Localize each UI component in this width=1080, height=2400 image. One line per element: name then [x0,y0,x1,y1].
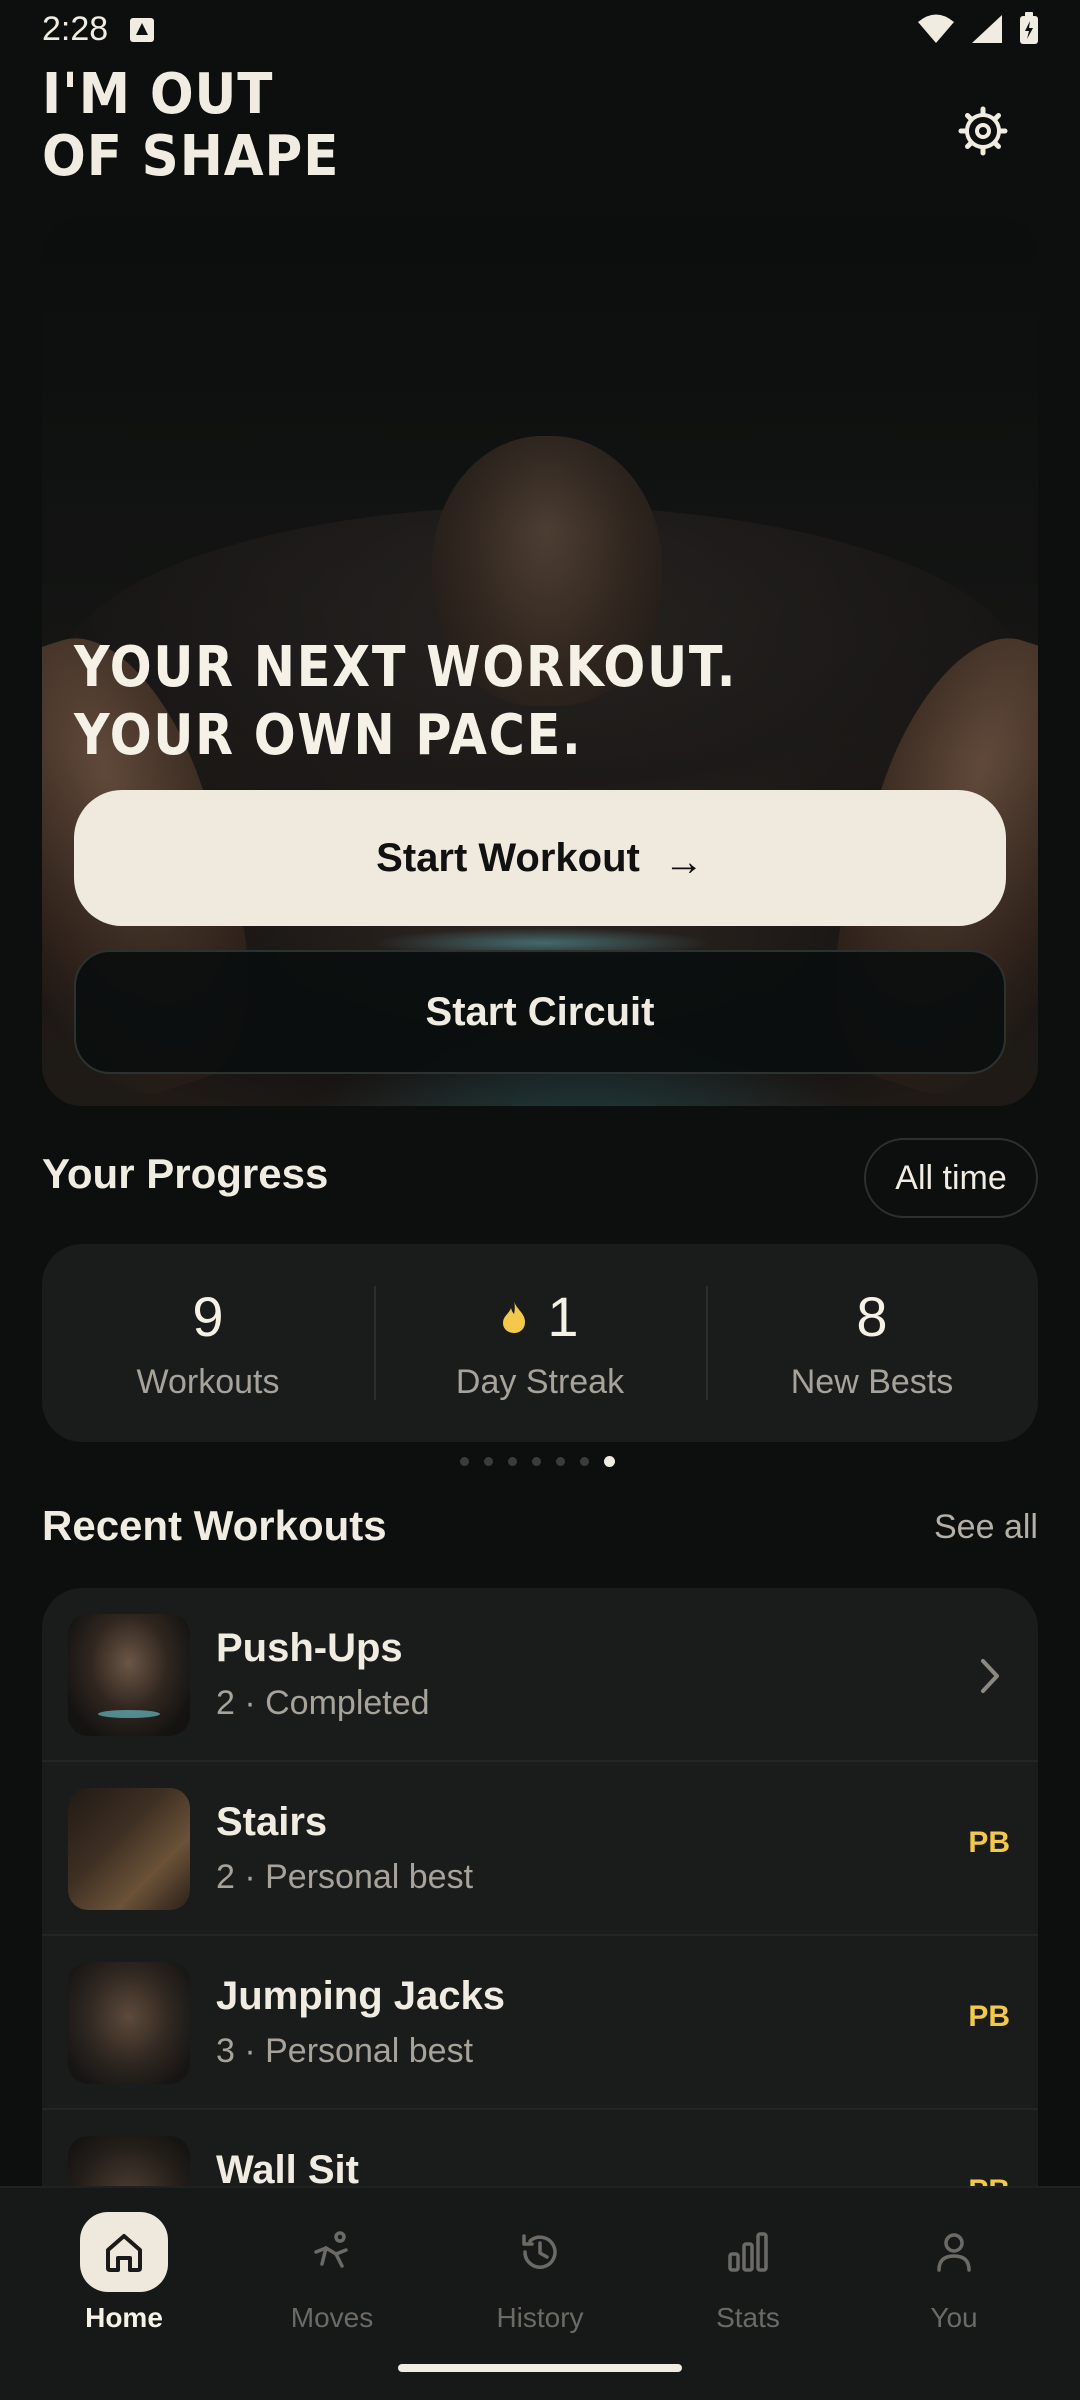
nav-item-history[interactable]: History [460,2212,620,2334]
settings-icon [958,106,1008,156]
cellular-signal-icon [972,15,1002,43]
start-circuit-label: Start Circuit [425,989,655,1034]
workout-name: Stairs [216,1800,328,1844]
progress-section-title: Your Progress [42,1150,329,1197]
stat-new-bests-label: New Bests [790,1363,954,1401]
hero-tagline-line1: YOUR NEXT WORKOUT. [74,635,738,700]
nav-label: Stats [716,2302,780,2333]
stat-day-streak-value: 1 [547,1285,579,1348]
workout-row-jumping-jacks[interactable]: Jumping Jacks 3 · Personal best PB [42,1936,1038,2110]
recent-workouts-list: Push-Ups 2 · Completed Stairs 2 · Person… [42,1588,1038,2188]
nav-label: You [930,2302,978,2333]
nav-label: History [496,2302,584,2333]
gesture-home-indicator[interactable] [398,2364,682,2372]
nav-icon-container [288,2212,376,2292]
workout-name: Jumping Jacks [216,1974,506,2018]
pager-dot[interactable] [508,1457,517,1466]
pager-dot-active[interactable] [604,1456,615,1467]
pager-dot[interactable] [556,1457,565,1466]
app-title-line2: OF SHAPE [42,124,340,189]
stat-new-bests: 8 New Bests [706,1244,1038,1442]
accessibility-notification-icon [130,18,154,42]
workout-subtitle: 2 · Personal best [216,1858,474,1896]
workout-name: Push-Ups [216,1626,403,1670]
nav-icon-container [496,2212,584,2292]
battery-charging-icon [1020,12,1038,44]
hero-tagline: YOUR NEXT WORKOUT. YOUR OWN PACE. [74,634,866,770]
settings-button[interactable] [950,98,1016,164]
hero-tagline-line2: YOUR OWN PACE. [74,703,583,768]
time-range-filter[interactable]: All time [864,1138,1038,1218]
workout-subtitle: 3 · Personal best [216,2032,474,2070]
arrow-right-icon: → [663,839,704,884]
flame-icon [503,1300,526,1333]
moves-icon [314,2231,348,2268]
nav-item-home[interactable]: Home [44,2212,204,2334]
app-title-line1: I'M OUT [42,62,274,127]
status-bar: 2:28 [0,0,1080,62]
stat-workouts: 9 Workouts [42,1244,374,1442]
workout-name: Wall Sit [216,2148,359,2188]
personal-best-badge: PB [968,2000,1010,2033]
nav-icon-container [910,2212,998,2292]
workout-thumbnail [68,2136,190,2188]
stats-icon [728,2232,768,2272]
pager-dot[interactable] [580,1457,589,1466]
pager-dot[interactable] [484,1457,493,1466]
hero-card: YOUR NEXT WORKOUT. YOUR OWN PACE. Start … [42,216,1038,1106]
workout-thumbnail [68,1614,190,1736]
stat-workouts-label: Workouts [136,1363,280,1401]
stat-day-streak-value-row: 1 [501,1284,579,1349]
chevron-right-icon [981,1659,999,1693]
workout-row-stairs[interactable]: Stairs 2 · Personal best PB [42,1762,1038,1936]
nav-label: Moves [290,2302,374,2333]
workout-row-push-ups[interactable]: Push-Ups 2 · Completed [42,1588,1038,1762]
nav-label: Home [85,2302,163,2333]
nav-item-stats[interactable]: Stats [668,2212,828,2334]
nav-icon-container [704,2212,792,2292]
status-icons [916,12,1040,46]
nav-icon-container [80,2212,168,2292]
workout-subtitle: 2 · Completed [216,1684,430,1722]
time-range-label: All time [895,1158,1007,1197]
stat-workouts-value: 9 [192,1285,224,1348]
start-workout-label: Start Workout [376,835,640,880]
start-circuit-button[interactable]: Start Circuit [74,950,1006,1074]
pager-dot[interactable] [460,1457,469,1466]
nav-item-you[interactable]: You [874,2212,1034,2334]
profile-icon [937,2233,971,2272]
nav-item-moves[interactable]: Moves [252,2212,412,2334]
progress-pager-dots[interactable] [460,1456,615,1467]
recent-workouts-title: Recent Workouts [42,1502,387,1549]
app-title: I'M OUT OF SHAPE [42,64,373,188]
home-icon [106,2234,142,2272]
see-all-link[interactable]: See all [934,1508,1038,1547]
status-time: 2:28 [42,10,109,48]
wifi-icon [918,14,954,43]
workout-row-wall-sit[interactable]: Wall Sit PB [42,2110,1038,2188]
stat-new-bests-value: 8 [856,1285,888,1348]
progress-stats-card[interactable]: 9 Workouts 1 Day Streak 8 New Bests [42,1244,1038,1442]
personal-best-badge: PB [968,1826,1010,1859]
start-workout-button[interactable]: Start Workout → [74,790,1006,926]
workout-thumbnail [68,1788,190,1910]
stat-day-streak-label: Day Streak [455,1363,625,1401]
pager-dot[interactable] [532,1457,541,1466]
stat-day-streak: 1 Day Streak [374,1244,706,1442]
history-icon [522,2234,557,2269]
workout-thumbnail [68,1962,190,2084]
